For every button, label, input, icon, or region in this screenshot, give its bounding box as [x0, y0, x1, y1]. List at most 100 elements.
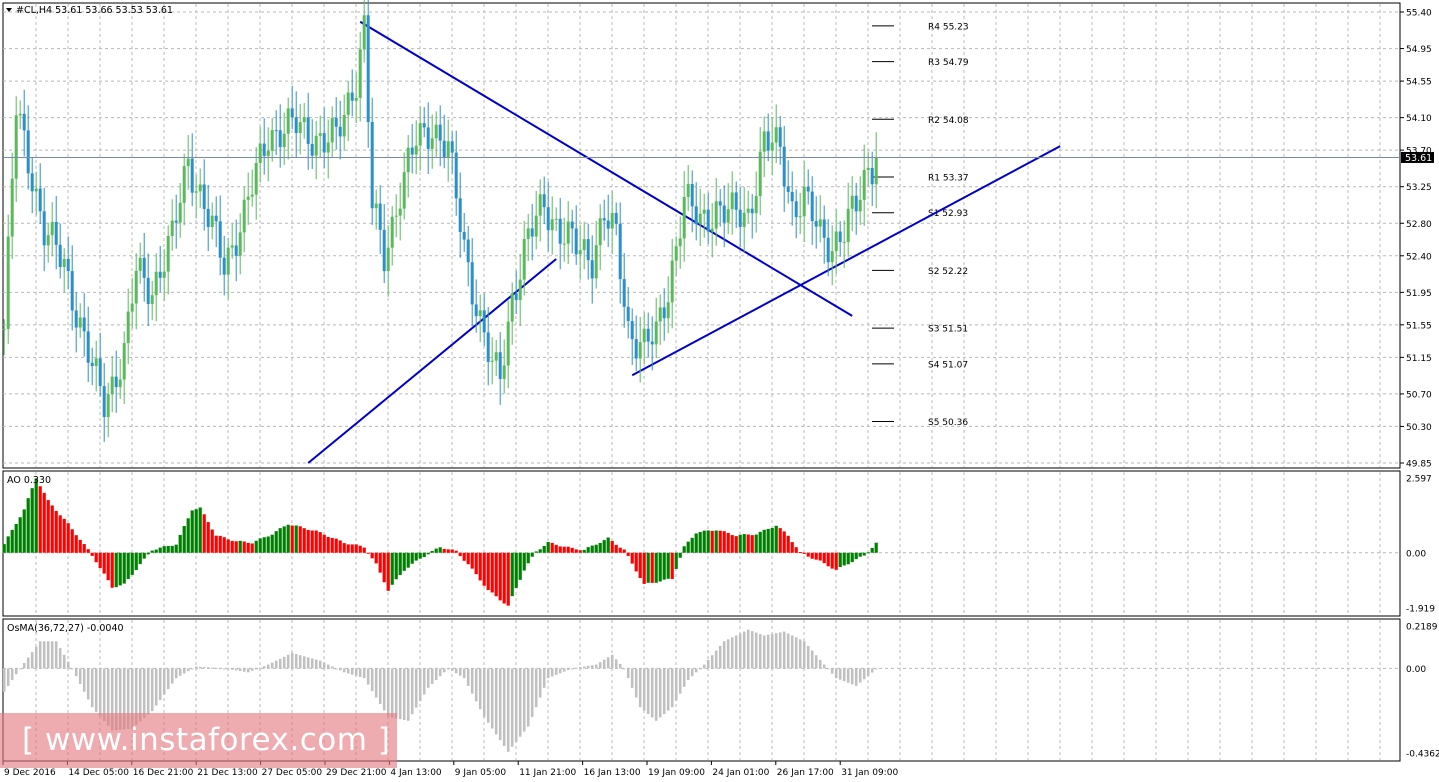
candle-body: [362, 15, 366, 50]
candle-body: [318, 133, 322, 136]
ao-bar: [530, 552, 534, 557]
ao-bar: [802, 552, 806, 554]
osma-bar: [578, 667, 582, 669]
candle-body: [74, 310, 78, 328]
ao-bar: [590, 545, 594, 553]
candle-body: [282, 133, 286, 148]
pivot-label: S3 51.51: [928, 325, 968, 335]
ao-bar: [62, 518, 66, 553]
ao-bar: [234, 541, 238, 553]
candle-body: [102, 386, 106, 417]
ao-bar: [490, 552, 494, 593]
ao-bar: [182, 526, 186, 553]
candle-body: [710, 228, 714, 232]
ao-bar: [862, 552, 866, 556]
ao-bar: [398, 552, 402, 575]
osma-bar: [398, 668, 402, 720]
candle-body: [558, 218, 562, 244]
ao-bar: [554, 544, 558, 553]
ao-bar: [326, 536, 330, 553]
osma-bar: [82, 668, 86, 692]
ao-bar: [150, 550, 154, 553]
osma-bar: [382, 668, 386, 711]
osma-bar: [774, 633, 778, 669]
osma-bar: [150, 668, 154, 712]
osma-bar: [570, 668, 574, 670]
ao-bar: [686, 541, 690, 553]
ao-bar: [306, 529, 310, 553]
y-tick-label: 50.30: [1406, 423, 1432, 433]
ao-bar: [2, 544, 6, 553]
candle-body: [686, 184, 690, 197]
candle-body: [382, 229, 386, 272]
ao-bar: [798, 551, 802, 553]
osma-bar: [234, 668, 238, 671]
ao-bar: [870, 547, 874, 553]
osma-bar: [406, 668, 410, 721]
osma-bar: [330, 666, 334, 669]
osma-bar: [226, 668, 230, 670]
candle-body: [826, 237, 830, 263]
ao-bar: [274, 531, 278, 553]
watermark-banner: [ www.instaforex.com ]: [0, 713, 397, 768]
osma-bar: [646, 668, 650, 714]
ao-bar: [386, 552, 390, 591]
osma-bar: [18, 668, 22, 670]
candle-body: [258, 143, 262, 163]
ao-bar: [290, 525, 294, 553]
ao-bar: [706, 530, 710, 553]
pivot-label: R1 53.37: [928, 173, 969, 183]
candle-body: [518, 279, 522, 301]
candle-body: [426, 127, 430, 149]
chart-canvas[interactable]: R4 55.23R3 54.79R2 54.08R1 53.37S1 52.93…: [0, 0, 1439, 782]
ao-bar: [230, 540, 234, 553]
candle-body: [410, 147, 414, 155]
osma-bar: [650, 668, 654, 718]
ao-bar: [702, 530, 706, 553]
candle-body: [490, 360, 494, 362]
ao-bar: [258, 538, 262, 553]
ao-bar: [250, 543, 254, 553]
osma-bar: [182, 668, 186, 674]
chart-window[interactable]: R4 55.23 R3 54.79 R2 54.08 R1 53.37 S1 52.93…: [0, 0, 1439, 782]
candle-body: [870, 167, 874, 185]
osma-bar: [282, 656, 286, 669]
candle-body: [46, 235, 50, 246]
osma-bar: [838, 668, 842, 680]
ao-bar: [162, 546, 166, 553]
osma-bar: [334, 668, 338, 670]
ao-bar: [166, 545, 170, 553]
candle-body: [130, 303, 134, 312]
candle-body: [54, 222, 58, 245]
ao-bar: [394, 552, 398, 580]
candle-body: [298, 122, 302, 134]
ao-bar: [602, 540, 606, 553]
candle-body: [182, 166, 186, 203]
osma-bar: [34, 646, 38, 669]
y-tick-label: 55.40: [1406, 9, 1432, 19]
ao-bar: [850, 552, 854, 563]
ao-bar: [410, 552, 414, 564]
candle-body: [754, 196, 758, 214]
osma-bar: [530, 668, 534, 717]
ao-bar: [550, 542, 554, 553]
osma-bar: [258, 667, 262, 669]
ao-bar: [874, 542, 878, 553]
candle-body: [594, 245, 598, 279]
ao-bar: [378, 552, 382, 573]
y-tick-label: 51.15: [1406, 354, 1432, 364]
ao-bar: [654, 552, 658, 583]
candle-body: [330, 117, 334, 143]
osma-bar: [362, 668, 366, 679]
ao-bar: [426, 552, 430, 555]
ao-bar: [786, 535, 790, 553]
ao-bar: [566, 546, 570, 553]
osma-bar: [66, 661, 70, 669]
candle-body: [538, 194, 542, 216]
osma-bar: [562, 668, 566, 672]
osma-bar: [470, 668, 474, 694]
candle-body: [134, 270, 138, 304]
ao-bar: [202, 514, 206, 553]
ao-bar: [734, 536, 738, 553]
ao-bar: [430, 550, 434, 553]
